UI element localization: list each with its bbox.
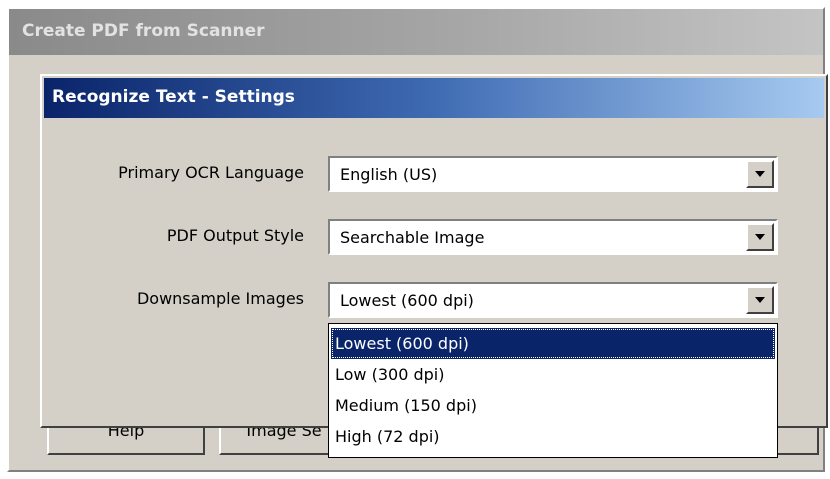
downsample-images-dropdown-list: Lowest (600 dpi) Low (300 dpi) Medium (1… bbox=[328, 323, 778, 458]
primary-ocr-language-value: English (US) bbox=[340, 165, 438, 184]
downsample-images-value: Lowest (600 dpi) bbox=[340, 291, 474, 310]
pdf-output-style-label: PDF Output Style bbox=[166, 226, 304, 245]
downsample-images-select[interactable]: Lowest (600 dpi) bbox=[328, 282, 778, 318]
chevron-down-icon[interactable] bbox=[746, 223, 774, 251]
chevron-down-icon[interactable] bbox=[746, 286, 774, 314]
chevron-down-icon[interactable] bbox=[746, 160, 774, 188]
outer-titlebar[interactable]: Create PDF from Scanner bbox=[9, 9, 823, 55]
primary-ocr-language-label: Primary OCR Language bbox=[118, 163, 304, 182]
primary-ocr-language-select[interactable]: English (US) bbox=[328, 156, 778, 192]
pdf-output-style-value: Searchable Image bbox=[340, 228, 485, 247]
dialog-titlebar[interactable]: Recognize Text - Settings bbox=[44, 78, 824, 118]
dialog-title: Recognize Text - Settings bbox=[52, 87, 295, 107]
outer-window-title: Create PDF from Scanner bbox=[22, 21, 265, 41]
pdf-output-style-select[interactable]: Searchable Image bbox=[328, 219, 778, 255]
dropdown-option-medium[interactable]: Medium (150 dpi) bbox=[331, 390, 775, 421]
downsample-images-label: Downsample Images bbox=[136, 289, 304, 308]
dropdown-option-lowest[interactable]: Lowest (600 dpi) bbox=[331, 328, 775, 359]
dropdown-option-low[interactable]: Low (300 dpi) bbox=[331, 359, 775, 390]
dropdown-option-high[interactable]: High (72 dpi) bbox=[331, 421, 775, 452]
